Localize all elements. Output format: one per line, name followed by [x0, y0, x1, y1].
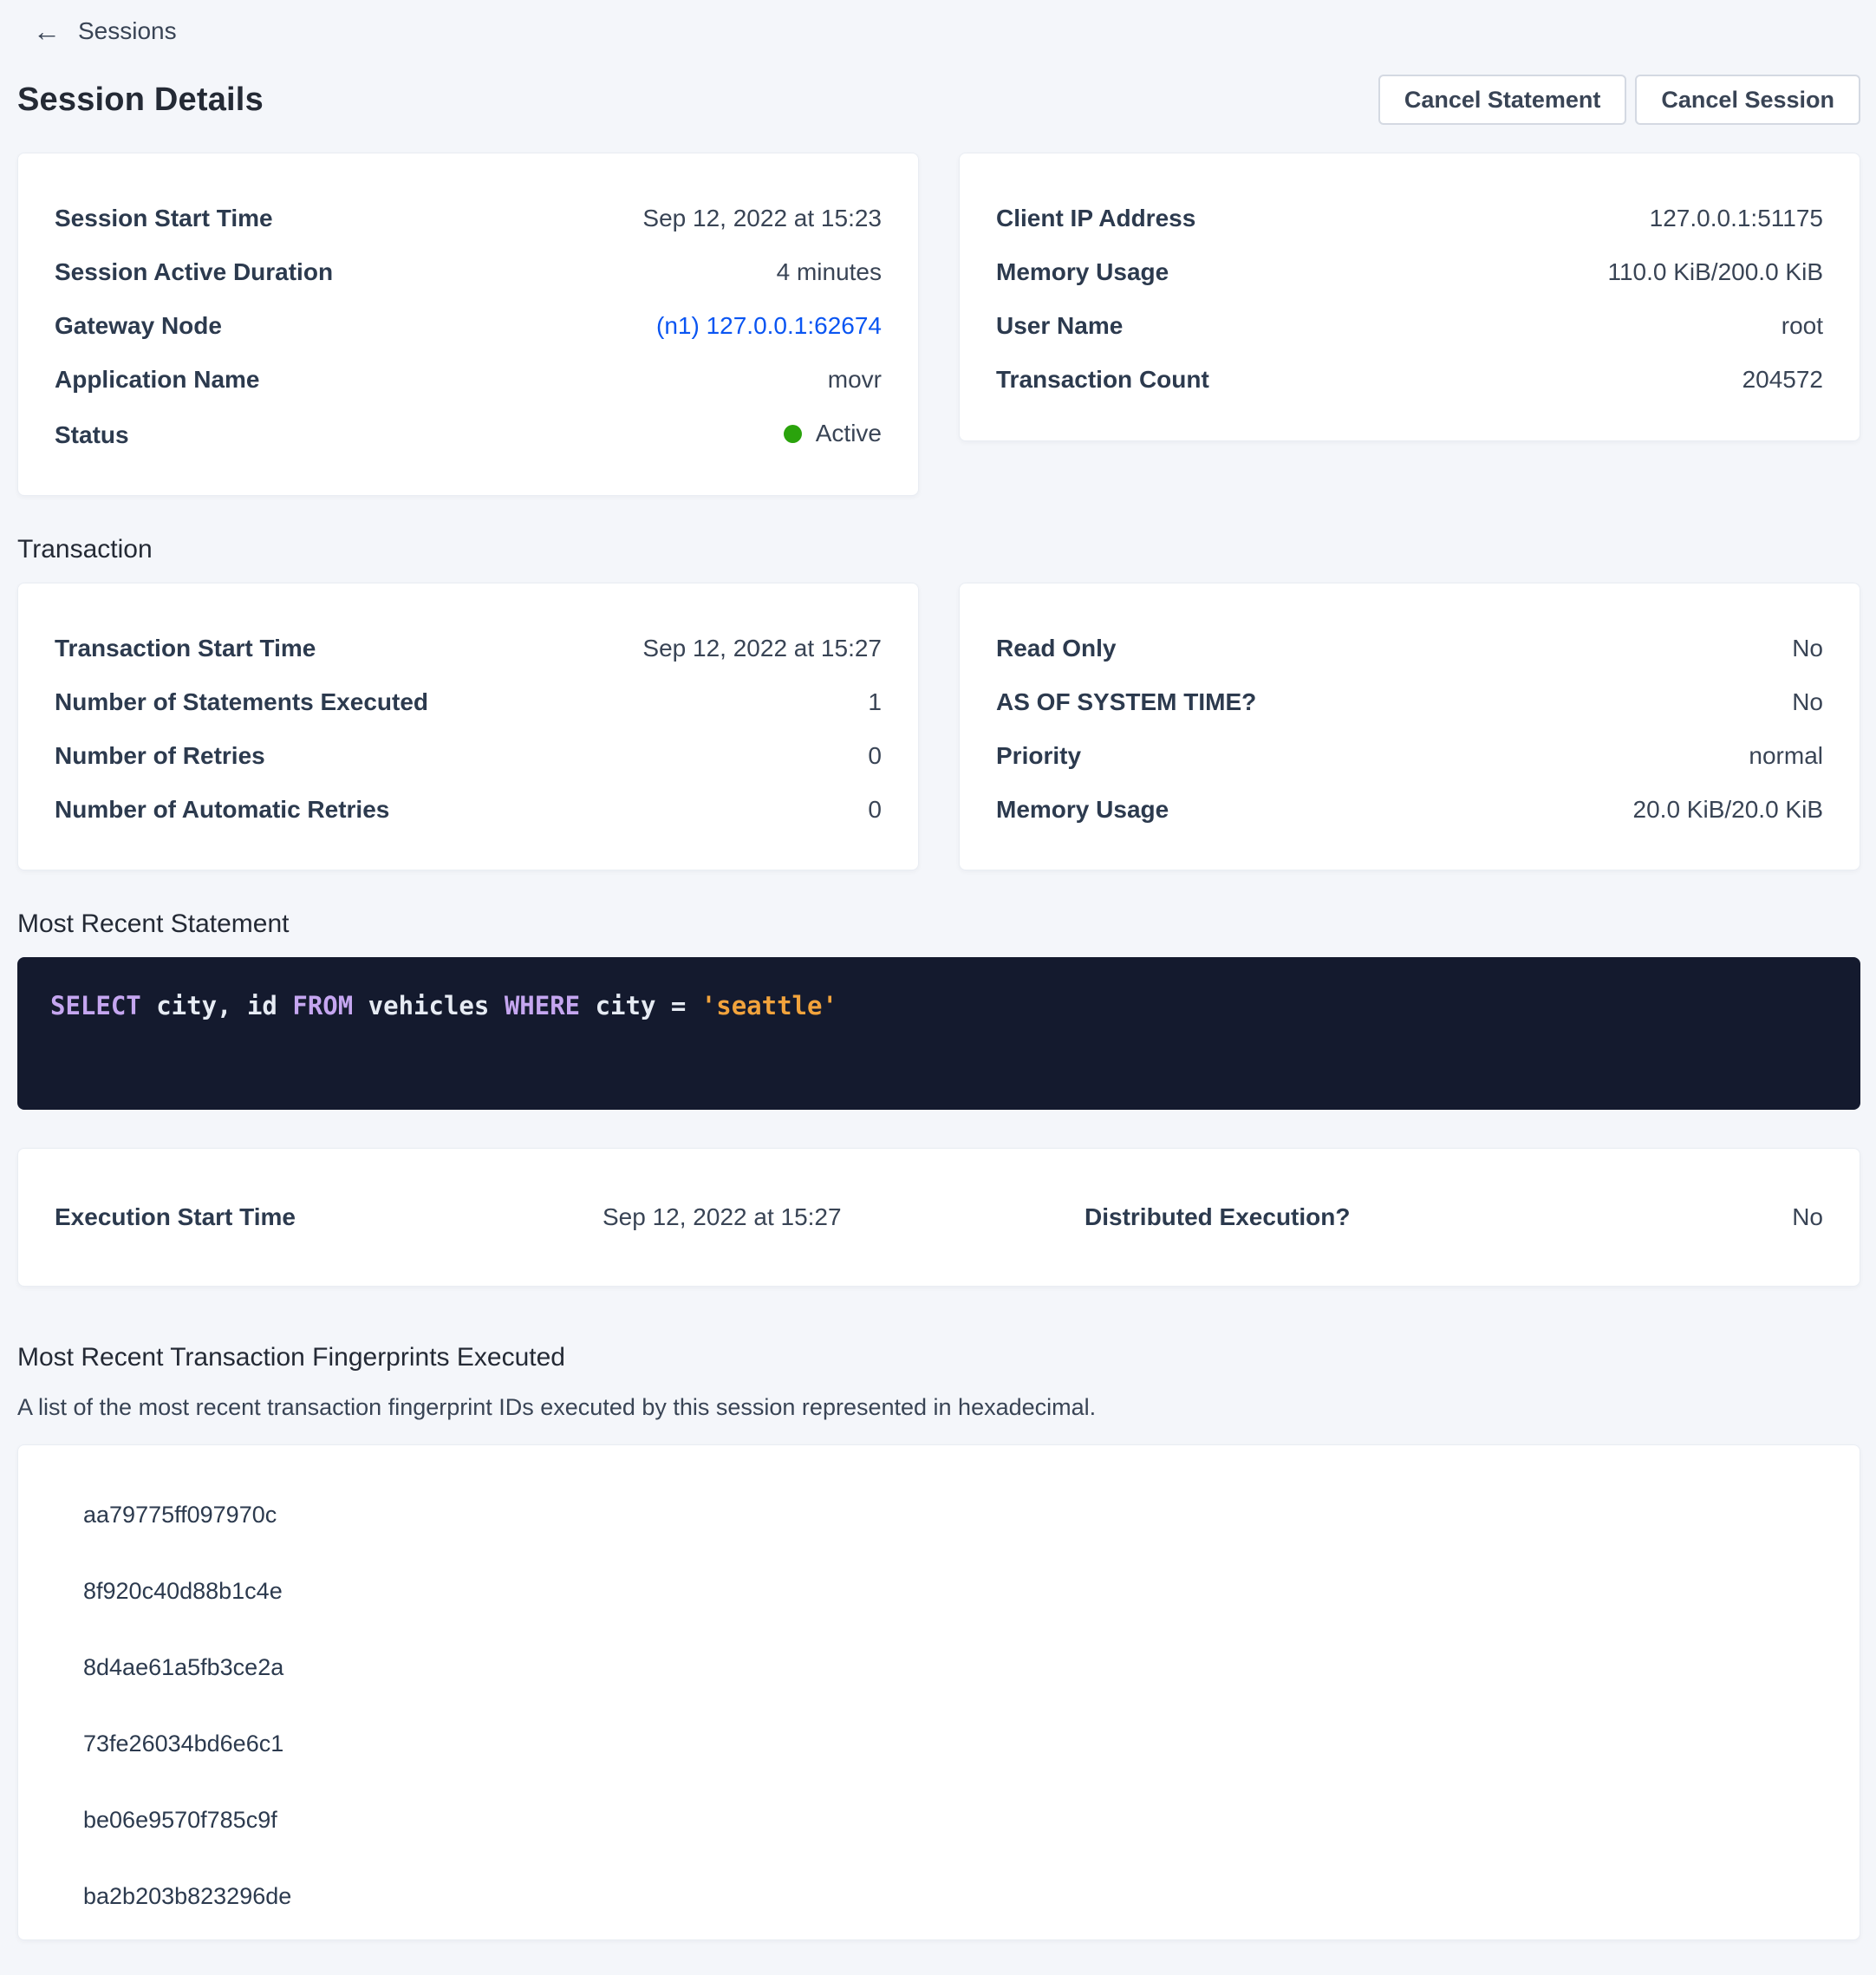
transaction-memory-usage-label: Memory Usage	[996, 795, 1169, 825]
sql-table: vehicles	[368, 991, 505, 1020]
application-name-value: movr	[828, 365, 882, 394]
statements-executed-row: Number of Statements Executed 1	[55, 688, 882, 717]
status-active-text: Active	[816, 419, 882, 448]
as-of-system-time-value: No	[1792, 688, 1823, 717]
transaction-start-time-label: Transaction Start Time	[55, 634, 316, 663]
sql-keyword: SELECT	[50, 991, 156, 1020]
sql-condition: city =	[596, 991, 701, 1020]
automatic-retries-row: Number of Automatic Retries 0	[55, 795, 882, 825]
transaction-start-time-value: Sep 12, 2022 at 15:27	[642, 634, 882, 663]
statements-executed-value: 1	[868, 688, 882, 717]
client-ip-label: Client IP Address	[996, 204, 1195, 233]
sql-keyword: WHERE	[505, 991, 596, 1020]
user-name-value: root	[1782, 311, 1823, 341]
fingerprint-item: 73fe26034bd6e6c1	[83, 1731, 1823, 1756]
fingerprints-card: aa79775ff097970c 8f920c40d88b1c4e 8d4ae6…	[17, 1444, 1860, 1940]
status-badge: Active	[784, 419, 882, 448]
breadcrumb-sessions-link[interactable]: Sessions	[78, 17, 177, 45]
session-active-duration-label: Session Active Duration	[55, 257, 333, 287]
automatic-retries-label: Number of Automatic Retries	[55, 795, 389, 825]
sql-statement-box: SELECT city, id FROM vehicles WHERE city…	[17, 957, 1860, 1110]
read-only-value: No	[1792, 634, 1823, 663]
gateway-node-row: Gateway Node (n1) 127.0.0.1:62674	[55, 311, 882, 341]
breadcrumb[interactable]: ← Sessions	[33, 17, 1860, 45]
gateway-node-label: Gateway Node	[55, 311, 222, 341]
execution-start-time-value: Sep 12, 2022 at 15:27	[603, 1203, 1085, 1231]
session-memory-usage-label: Memory Usage	[996, 257, 1169, 287]
status-active-dot-icon	[784, 425, 802, 443]
session-start-time-row: Session Start Time Sep 12, 2022 at 15:23	[55, 204, 882, 233]
page-header: Session Details Cancel Statement Cancel …	[17, 75, 1860, 125]
session-memory-usage-row: Memory Usage 110.0 KiB/200.0 KiB	[996, 257, 1823, 287]
fingerprints-description: A list of the most recent transaction fi…	[17, 1392, 1860, 1422]
fingerprint-item: ba2b203b823296de	[83, 1884, 1823, 1908]
priority-label: Priority	[996, 741, 1081, 771]
most-recent-statement-title: Most Recent Statement	[17, 909, 1860, 940]
transaction-count-label: Transaction Count	[996, 365, 1209, 394]
back-arrow-icon: ←	[33, 17, 61, 45]
status-label: Status	[55, 420, 129, 450]
session-start-time-label: Session Start Time	[55, 204, 273, 233]
sql-string-literal: 'seattle'	[701, 991, 837, 1020]
session-summary-card-right: Client IP Address 127.0.0.1:51175 Memory…	[959, 153, 1860, 441]
execution-summary-card: Execution Start Time Sep 12, 2022 at 15:…	[17, 1148, 1860, 1287]
transaction-memory-usage-row: Memory Usage 20.0 KiB/20.0 KiB	[996, 795, 1823, 825]
fingerprint-item: be06e9570f785c9f	[83, 1808, 1823, 1832]
session-active-duration-value: 4 minutes	[777, 257, 882, 287]
transaction-start-time-row: Transaction Start Time Sep 12, 2022 at 1…	[55, 634, 882, 663]
transaction-count-row: Transaction Count 204572	[996, 365, 1823, 394]
transaction-count-value: 204572	[1742, 365, 1823, 394]
priority-value: normal	[1749, 741, 1823, 771]
transaction-memory-usage-value: 20.0 KiB/20.0 KiB	[1633, 795, 1823, 825]
transaction-summary-row: Transaction Start Time Sep 12, 2022 at 1…	[17, 583, 1860, 870]
application-name-label: Application Name	[55, 365, 259, 394]
as-of-system-time-label: AS OF SYSTEM TIME?	[996, 688, 1256, 717]
priority-row: Priority normal	[996, 741, 1823, 771]
fingerprint-item: aa79775ff097970c	[83, 1502, 1823, 1527]
user-name-label: User Name	[996, 311, 1123, 341]
cancel-statement-button[interactable]: Cancel Statement	[1378, 75, 1627, 125]
cancel-session-button[interactable]: Cancel Session	[1635, 75, 1860, 125]
transaction-card-right: Read Only No AS OF SYSTEM TIME? No Prior…	[959, 583, 1860, 870]
transaction-section-title: Transaction	[17, 534, 1860, 565]
sql-keyword: FROM	[292, 991, 368, 1020]
retries-label: Number of Retries	[55, 741, 265, 771]
statements-executed-label: Number of Statements Executed	[55, 688, 428, 717]
distributed-execution-value: No	[1570, 1203, 1823, 1231]
fingerprint-item: 8f920c40d88b1c4e	[83, 1579, 1823, 1603]
retries-row: Number of Retries 0	[55, 741, 882, 771]
session-summary-row: Session Start Time Sep 12, 2022 at 15:23…	[17, 153, 1860, 496]
sql-columns: city, id	[156, 991, 292, 1020]
status-row: Status Active	[55, 419, 882, 450]
automatic-retries-value: 0	[868, 795, 882, 825]
session-summary-card-left: Session Start Time Sep 12, 2022 at 15:23…	[17, 153, 919, 496]
page-title: Session Details	[17, 81, 264, 119]
as-of-system-time-row: AS OF SYSTEM TIME? No	[996, 688, 1823, 717]
session-start-time-value: Sep 12, 2022 at 15:23	[642, 204, 882, 233]
session-active-duration-row: Session Active Duration 4 minutes	[55, 257, 882, 287]
client-ip-value: 127.0.0.1:51175	[1650, 204, 1823, 233]
sql-statement-text: SELECT city, id FROM vehicles WHERE city…	[50, 988, 1827, 1023]
execution-start-time-label: Execution Start Time	[55, 1203, 603, 1231]
fingerprint-item: 8d4ae61a5fb3ce2a	[83, 1655, 1823, 1679]
retries-value: 0	[868, 741, 882, 771]
session-memory-usage-value: 110.0 KiB/200.0 KiB	[1607, 257, 1823, 287]
read-only-label: Read Only	[996, 634, 1116, 663]
transaction-card-left: Transaction Start Time Sep 12, 2022 at 1…	[17, 583, 919, 870]
header-actions: Cancel Statement Cancel Session	[1378, 75, 1860, 125]
read-only-row: Read Only No	[996, 634, 1823, 663]
fingerprints-section-title: Most Recent Transaction Fingerprints Exe…	[17, 1342, 1860, 1373]
distributed-execution-label: Distributed Execution?	[1085, 1203, 1570, 1231]
application-name-row: Application Name movr	[55, 365, 882, 394]
client-ip-row: Client IP Address 127.0.0.1:51175	[996, 204, 1823, 233]
session-details-page: ← Sessions Session Details Cancel Statem…	[0, 0, 1876, 1975]
gateway-node-link[interactable]: (n1) 127.0.0.1:62674	[656, 311, 882, 341]
user-name-row: User Name root	[996, 311, 1823, 341]
